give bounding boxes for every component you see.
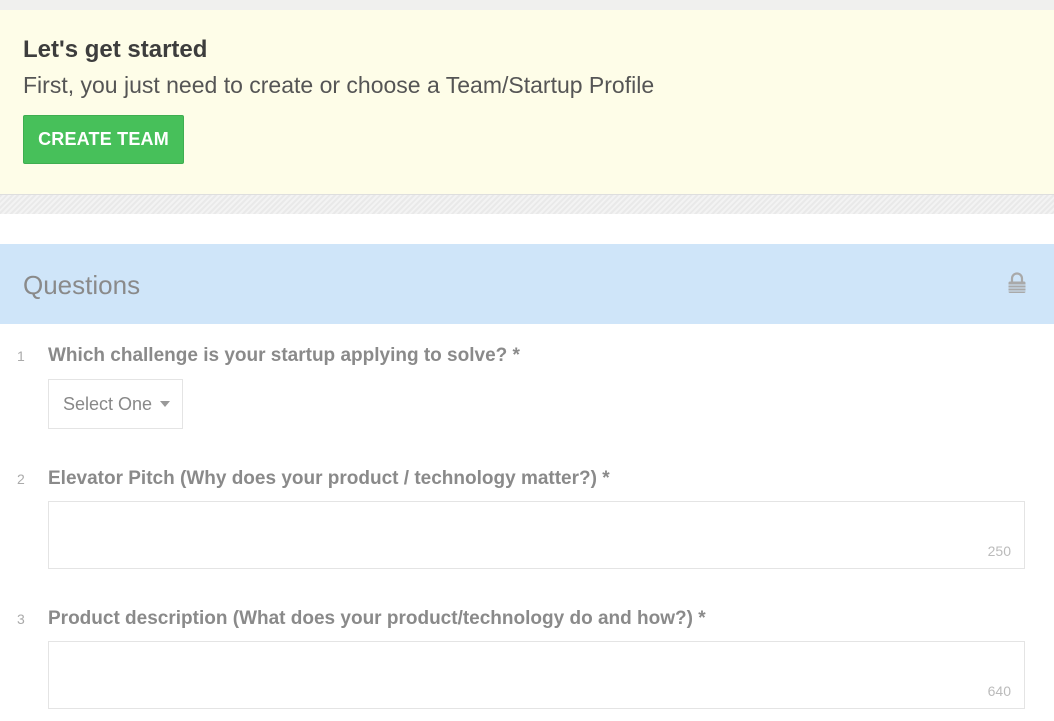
product-description-char-counter: 640 bbox=[987, 683, 1011, 699]
product-description-textarea[interactable]: 640 bbox=[48, 641, 1025, 709]
challenge-select[interactable]: Select One bbox=[48, 379, 183, 429]
question-1-number: 1 bbox=[17, 348, 25, 364]
question-3-label: Product description (What does your prod… bbox=[48, 608, 706, 629]
banner-title: Let's get started bbox=[23, 36, 208, 63]
elevator-pitch-textarea[interactable]: 250 bbox=[48, 501, 1025, 569]
elevator-pitch-char-counter: 250 bbox=[987, 543, 1011, 559]
questions-header: Questions bbox=[0, 244, 1054, 324]
create-team-button[interactable]: CREATE TEAM bbox=[23, 115, 184, 164]
question-2-label: Elevator Pitch (Why does your product / … bbox=[48, 468, 610, 489]
top-strip bbox=[0, 0, 1054, 10]
lock-icon bbox=[1008, 272, 1026, 293]
question-1-label: Which challenge is your startup applying… bbox=[48, 345, 520, 366]
get-started-banner: Let's get started First, you just need t… bbox=[0, 10, 1054, 194]
section-divider bbox=[0, 194, 1054, 214]
question-3-number: 3 bbox=[17, 611, 25, 627]
challenge-select-value: Select One bbox=[63, 393, 153, 414]
banner-subtitle: First, you just need to create or choose… bbox=[23, 72, 655, 98]
questions-title: Questions bbox=[23, 270, 141, 300]
question-2-number: 2 bbox=[17, 471, 25, 487]
chevron-down-icon bbox=[160, 401, 171, 407]
